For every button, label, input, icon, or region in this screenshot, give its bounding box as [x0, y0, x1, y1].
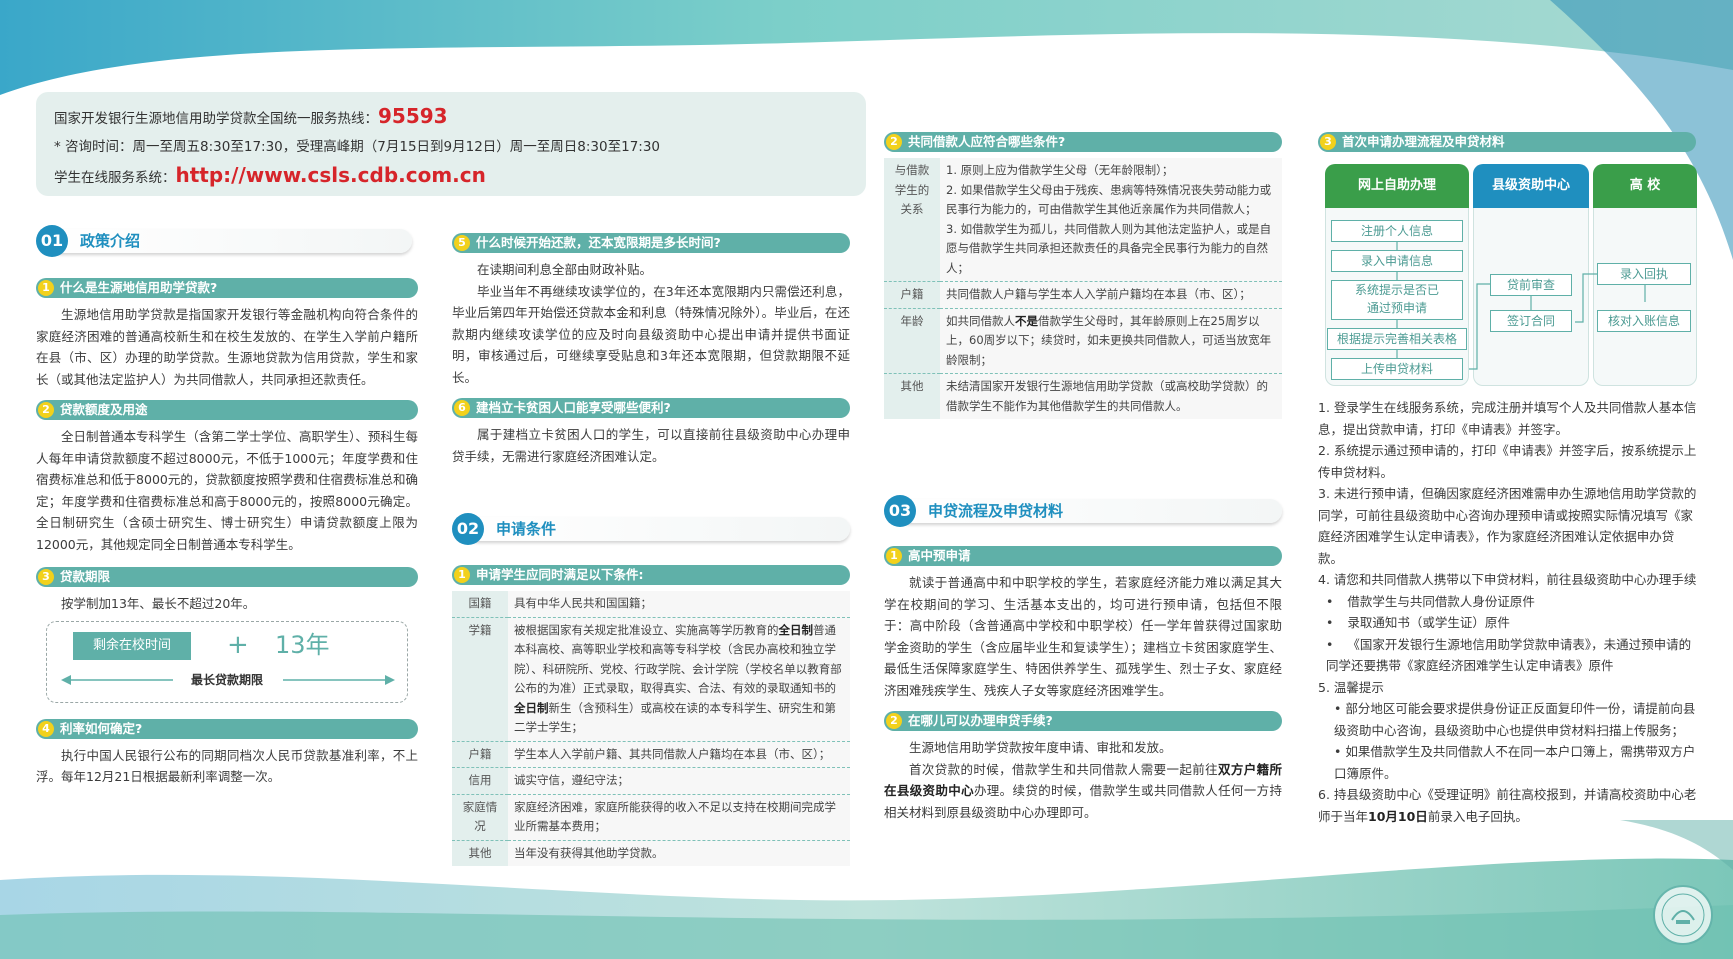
- plus-sign: +: [227, 629, 249, 660]
- q-pre-application: 1 高中预申请: [884, 546, 1282, 566]
- q-first-apply-flow: 3 首次申请办理流程及申贷材料: [1318, 132, 1696, 152]
- q-what-is-loan-body: 生源地信用助学贷款是指国家开发银行等金融机构向符合条件的家庭经济困难的普通高校新…: [36, 307, 418, 387]
- q-loan-term: 3 贷款期限: [36, 567, 418, 587]
- years-value: 13年: [275, 630, 330, 659]
- q-interest-rate: 4 利率如何确定?: [36, 718, 418, 739]
- hotline-number: 95593: [378, 104, 448, 128]
- flow-register: 注册个人信息: [1331, 220, 1463, 242]
- hotline-box: 国家开发银行生源地信用助学贷款全国统一服务热线：95593 * 咨询时间：周一至…: [36, 92, 866, 196]
- step-5: 5. 温馨提示: [1318, 679, 1384, 695]
- section-title: 申请条件: [496, 520, 557, 538]
- q-what-is-loan: 1 什么是生源地信用助学贷款?: [36, 278, 418, 298]
- step-5-tip-a: • 部分地区可能会要求提供身份证正反面复印件一份，请提前向县级资助中心咨询，县级…: [1334, 701, 1696, 738]
- section-title: 政策介绍: [80, 232, 141, 250]
- flow-enter-receipt: 录入回执: [1597, 263, 1691, 285]
- flow-check-pre-application: 系统提示是否已 通过预申请: [1331, 280, 1463, 320]
- q-repayment: 5 什么时候开始还款，还本宽限期是多长时间?: [452, 233, 850, 253]
- loan-term-diagram: 剩余在校时间 + 13年 最长贷款期限: [46, 620, 408, 703]
- column-4-header: 3 首次申请办理流程及申贷材料: [1318, 132, 1696, 158]
- q-interest-rate-body: 执行中国人民银行公布的同期同档次人民币贷款基准利率，不上浮。每年12月21日根据…: [36, 747, 418, 785]
- step-4: 4. 请您和共同借款人携带以下申贷材料，前往县级资助中心办理手续: [1318, 572, 1697, 587]
- section-number: 02: [452, 513, 484, 545]
- section-03-header: 03 申贷流程及申贷材料: [884, 495, 1282, 527]
- apply-steps-list: 1. 登录学生在线服务系统，完成注册并填写个人及共同借款人基本信息，提出贷款申请…: [1318, 397, 1698, 827]
- online-system-label: 学生在线服务系统：: [54, 170, 176, 186]
- online-system-row: 学生在线服务系统：http://www.csls.cdb.com.cn: [54, 161, 848, 192]
- hotline-row: 国家开发银行生源地信用助学贷款全国统一服务热线：95593: [54, 102, 848, 133]
- q-student-conditions: 1 申请学生应同时满足以下条件:: [452, 565, 850, 585]
- q-where-to-apply-p2: 首次贷款的时候，借款学生和共同借款人需要一起前往双方户籍所在县级资助中心办理。续…: [884, 761, 1282, 820]
- step-4-item-notice: 录取通知书（或学生证）原件: [1318, 612, 1698, 634]
- table-row: 其他 未结清国家开发银行生源地信用助学贷款（或高校助学贷款）的借款学生不能作为其他…: [884, 373, 1282, 419]
- q-repayment-p2: 毕业当年不再继续攻读学位的，在3年还本宽限期内只需偿还利息，毕业后第四年开始偿还…: [452, 283, 850, 385]
- remaining-school-time-box: 剩余在校时间: [73, 631, 191, 660]
- step-2: 2. 系统提示通过预申请的，打印《申请表》并签字后，按系统提示上传申贷材料。: [1318, 443, 1697, 480]
- flow-sign-contract: 签订合同: [1490, 310, 1572, 332]
- co-borrower-table: 与借款学生的关系 1. 原则上应为借款学生父母（无年龄限制）； 2. 如果借款学生父…: [884, 158, 1282, 419]
- step-4-item-form: 《国家开发银行生源地信用助学贷款申请表》，未通过预申请的同学还要携带《家庭经济困…: [1318, 634, 1698, 677]
- section-number: 03: [884, 495, 916, 527]
- section-01-header: 01 政策介绍: [36, 225, 412, 257]
- max-term-label: 最长贷款期限: [190, 672, 263, 687]
- seal-logo-icon: [1653, 885, 1713, 945]
- flow-pre-loan-review: 贷前审查: [1490, 274, 1572, 296]
- table-row: 家庭情况 家庭经济困难，家庭所能获得的收入不足以支持在校期间完成学业所需基本费用；: [452, 794, 850, 841]
- section-number: 01: [36, 225, 68, 257]
- section-02-header: 02 申请条件: [452, 513, 850, 545]
- column-2-top: 5 什么时候开始还款，还本宽限期是多长时间? 在读期间利息全部由财政补贴。 毕业当…: [452, 233, 850, 467]
- table-row: 其他 当年没有获得其他助学贷款。: [452, 840, 850, 866]
- table-row: 信用 诚实守信，遵纪守法；: [452, 767, 850, 795]
- table-row: 年龄 如共同借款人不是借款学生父母时，其年龄原则上在25周岁以上，60周岁以下；续…: [884, 308, 1282, 374]
- q-where-to-apply: 2 在哪儿可以办理申贷手续?: [884, 711, 1282, 731]
- student-conditions-table: 国籍 具有中华人民共和国国籍； 学籍 被根据国家有关规定批准设立、实施高等学历教育的…: [452, 591, 850, 866]
- table-row: 户籍 学生本人入学前户籍、其共同借款人户籍均在本县（市、区）；: [452, 741, 850, 768]
- table-row: 学籍 被根据国家有关规定批准设立、实施高等学历教育的全日制普通本科高校、高等职业学…: [452, 617, 850, 742]
- q-where-to-apply-p1: 生源地信用助学贷款按年度申请、审批和发放。: [909, 740, 1172, 755]
- flow-verify-account: 核对入账信息: [1597, 310, 1691, 332]
- table-row: 与借款学生的关系 1. 原则上应为借款学生父母（无年龄限制）； 2. 如果借款学生父…: [884, 158, 1282, 282]
- q-loan-amount: 2 贷款额度及用途: [36, 400, 418, 420]
- column-3-top: 2 共同借款人应符合哪些条件? 与借款学生的关系 1. 原则上应为借款学生父母（无年…: [884, 132, 1282, 419]
- q-poverty-card-body: 属于建档立卡贫困人口的学生，可以直接前往县级资助中心办理申贷手续，无需进行家庭经…: [452, 427, 850, 464]
- step-5-tip-b: • 如果借款学生及共同借款人不在同一本户口簿上，需携带双方户口簿原件。: [1334, 744, 1696, 781]
- online-system-url[interactable]: http://www.csls.cdb.com.cn: [176, 163, 486, 187]
- section-title: 申贷流程及申贷材料: [928, 502, 1064, 520]
- step-6: 6. 持县级资助中心《受理证明》前往高校报到，并请高校资助中心老师于当年10月1…: [1318, 787, 1697, 824]
- hotline-label: 国家开发银行生源地信用助学贷款全国统一服务热线：: [54, 111, 378, 127]
- q-pre-application-body: 就读于普通高中和中职学校的学生，若家庭经济能力难以满足其大学在校期间的学习、生活…: [884, 575, 1282, 698]
- flow-enter-application: 录入申请信息: [1331, 250, 1463, 272]
- apply-flow-diagram: 网上自助办理 县级资助中心 高 校 注册个人信息 录入申请信息 系统提示是否已通…: [1325, 164, 1697, 386]
- step-3: 3. 未进行预申请，但确因家庭经济困难需申办生源地信用助学贷款的同学，可前往县级…: [1318, 486, 1697, 566]
- q-co-borrower: 2 共同借款人应符合哪些条件?: [884, 132, 1282, 152]
- q-loan-term-body: 按学制加13年、最长不超过20年。: [61, 596, 256, 611]
- step-4-item-id: 借款学生与共同借款人身份证原件: [1318, 591, 1698, 613]
- step-1: 1. 登录学生在线服务系统，完成注册并填写个人及共同借款人基本信息，提出贷款申请…: [1318, 400, 1697, 437]
- consult-time: * 咨询时间：周一至周五8:30至17:30，受理高峰期（7月15日到9月12日…: [54, 139, 661, 155]
- table-row: 国籍 具有中华人民共和国国籍；: [452, 591, 850, 618]
- table-row: 户籍 共同借款人户籍与学生本人入学前户籍均在本县（市、区）；: [884, 281, 1282, 309]
- column-1: 1 什么是生源地信用助学贷款? 生源地信用助学贷款是指国家开发银行等金融机构向符合…: [36, 278, 418, 788]
- q-loan-amount-body: 全日制普通本专科学生（含第二学士学位、高职学生）、预科生每人每年申请贷款额度不超…: [36, 429, 418, 552]
- flow-complete-forms: 根据提示完善相关表格: [1327, 328, 1467, 350]
- column-2-bottom: 1 申请学生应同时满足以下条件: 国籍 具有中华人民共和国国籍； 学籍 被根据国家有关…: [452, 565, 850, 866]
- column-3-bottom: 1 高中预申请 就读于普通高中和中职学校的学生，若家庭经济能力难以满足其大学在校期…: [884, 546, 1282, 823]
- q-repayment-p1: 在读期间利息全部由财政补贴。: [477, 262, 653, 277]
- q-poverty-card: 6 建档立卡贫困人口能享受哪些便利?: [452, 398, 850, 418]
- flow-upload-materials: 上传申贷材料: [1331, 358, 1463, 380]
